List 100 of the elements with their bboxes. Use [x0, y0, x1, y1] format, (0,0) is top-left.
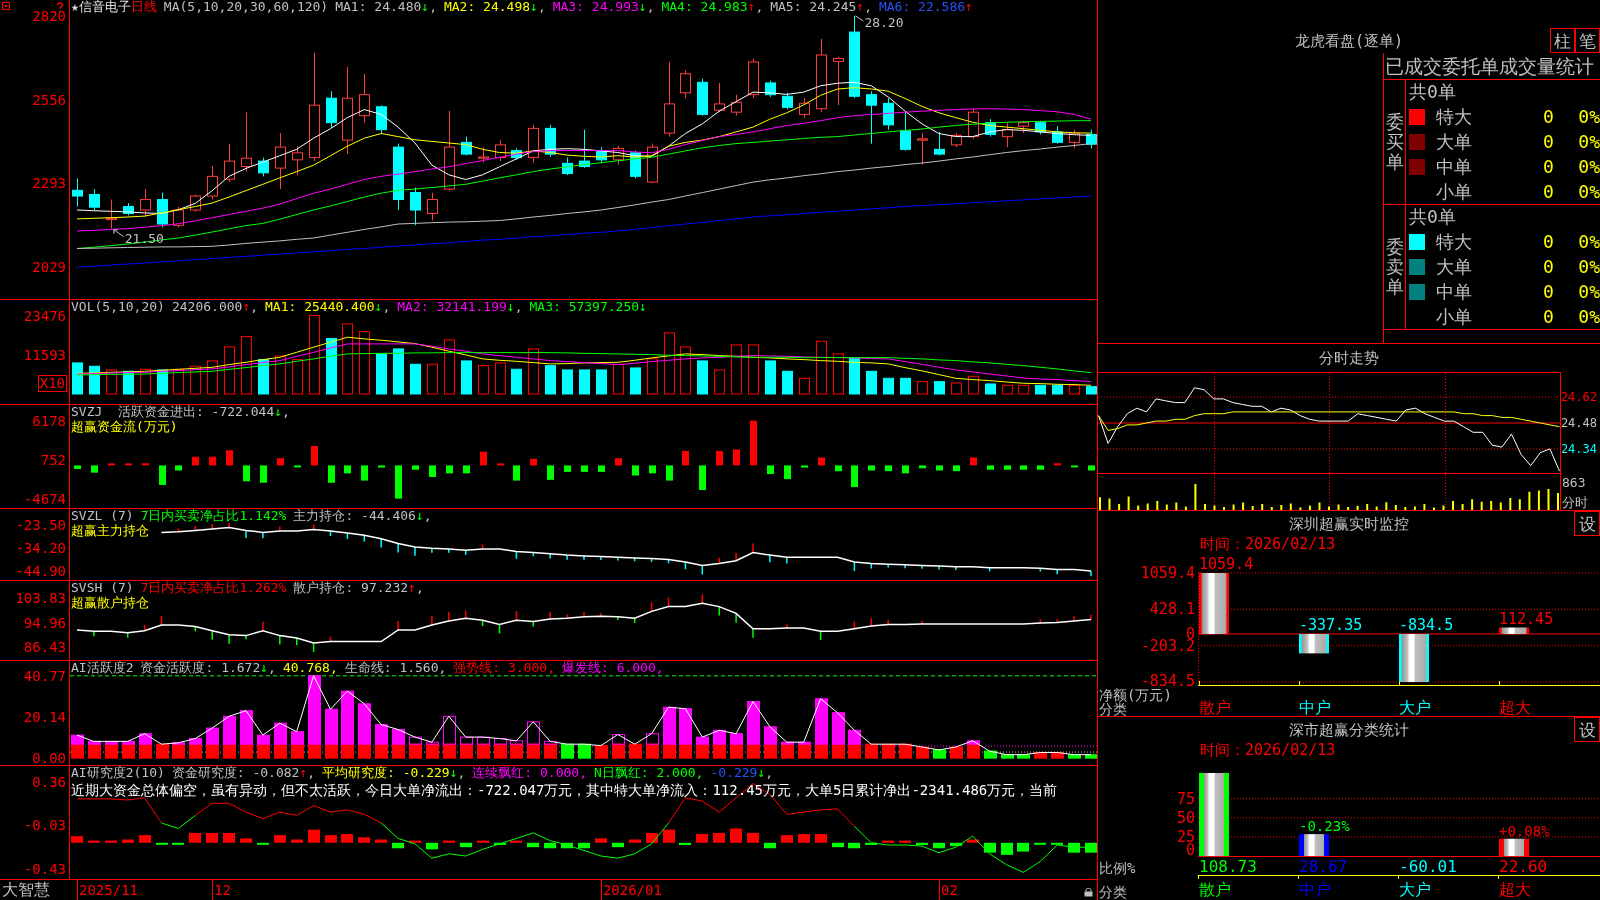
research-bar — [494, 842, 506, 845]
order-share: 0% — [1578, 106, 1600, 127]
fund-flow-bar — [294, 465, 301, 468]
fund-flow-bar — [91, 465, 98, 473]
research-bar — [189, 832, 201, 843]
square-icon[interactable] — [2, 2, 10, 10]
mode-button[interactable]: 柱 — [1550, 28, 1575, 53]
volume-bar — [883, 377, 894, 395]
fund-flow-bar — [851, 465, 858, 488]
candle — [89, 188, 100, 211]
candle — [714, 82, 725, 113]
axis-title: 比例% — [1099, 861, 1136, 875]
change-tick — [464, 549, 467, 556]
fund-flow-bar — [497, 463, 504, 466]
order-count: 0 — [1543, 156, 1554, 177]
bar-segment — [156, 743, 169, 759]
axis-label: 20.14 — [23, 710, 66, 725]
order-size-label: 小单 — [1436, 181, 1472, 202]
axis-label: 428.1 — [1149, 601, 1195, 617]
legend-item: MA6: 22.586↑ — [878, 0, 973, 14]
change-tick — [312, 523, 315, 531]
change-tick — [1039, 567, 1042, 573]
legend-item: 散户持仓: 97.232↑, — [293, 581, 424, 595]
volume-bar — [511, 368, 522, 395]
volume-bar — [613, 363, 624, 395]
fund-flow-bar — [108, 463, 115, 466]
bar-segment — [730, 733, 743, 745]
category-label: 大户 — [1399, 699, 1431, 716]
axis-title: 分类 — [1099, 702, 1127, 716]
axis-label: -23.50 — [15, 517, 66, 532]
candle — [478, 146, 489, 163]
volume-bar — [427, 363, 438, 395]
side-label: 委卖单 — [1385, 237, 1404, 297]
research-bar — [1034, 842, 1046, 845]
change-tick — [380, 537, 382, 549]
research-bar — [798, 834, 810, 843]
volume-bar — [1018, 384, 1029, 395]
legend-item: 7日内买卖净占比1.262% — [140, 581, 287, 595]
research-bar — [696, 834, 708, 843]
change-tick — [752, 628, 754, 639]
axis-title: 分类 — [1099, 885, 1127, 899]
candle — [376, 104, 387, 135]
fund-flow-bar — [649, 465, 656, 474]
change-tick — [329, 530, 332, 537]
volume-bar — [985, 383, 996, 395]
value-label: 28.67 — [1299, 857, 1348, 875]
mode-button[interactable]: 笔 — [1575, 28, 1600, 53]
research-bar — [967, 839, 979, 843]
bar — [1399, 633, 1429, 682]
volume-bar — [190, 365, 201, 395]
research-bar — [274, 835, 286, 843]
candle — [799, 97, 810, 119]
candle — [359, 73, 370, 124]
change-tick — [194, 625, 197, 633]
change-tick — [414, 546, 416, 557]
fund-flow-bar — [835, 465, 842, 472]
change-tick — [718, 605, 720, 617]
volume-bar — [157, 369, 168, 395]
fund-flow-bar — [1004, 465, 1011, 470]
order-size-label: 特大 — [1436, 231, 1472, 252]
legend-item: MA4: 24.983↑, — [661, 0, 764, 14]
axis-label: -44.90 — [15, 564, 66, 579]
candle — [511, 147, 522, 161]
bar-segment — [646, 733, 659, 745]
volume-bar — [207, 360, 218, 395]
candle — [934, 131, 945, 156]
axis-label: 0.00 — [32, 751, 66, 765]
panel-title: 深市超赢分类统计 — [1289, 720, 1409, 739]
value-label: -60.01 — [1399, 857, 1457, 875]
bar-segment — [1034, 752, 1047, 759]
candle — [173, 206, 184, 228]
candle — [157, 192, 168, 228]
change-tick — [448, 611, 450, 622]
order-share: 0% — [1578, 156, 1600, 177]
volume-bar — [664, 332, 675, 395]
help-icon[interactable] — [56, 2, 64, 12]
fund-flow-bar — [547, 465, 554, 480]
order-size-label: 大单 — [1436, 131, 1472, 152]
candle — [123, 202, 134, 216]
change-tick — [938, 565, 940, 571]
change-tick — [515, 610, 518, 621]
fund-flow-bar — [716, 451, 723, 466]
settings-button[interactable]: 设 — [1574, 511, 1600, 536]
axis-label: 23476 — [23, 308, 66, 323]
candle — [545, 124, 556, 158]
volume-bar — [123, 370, 134, 395]
legend-item: 连续飘红: 0.000, — [472, 766, 587, 780]
volume-bar — [849, 358, 860, 395]
research-bar — [122, 839, 134, 843]
date-label: 02 — [938, 880, 958, 900]
fund-flow-bar — [987, 465, 994, 470]
fund-flow-bar — [344, 465, 351, 474]
change-tick — [363, 534, 366, 543]
research-bar — [815, 834, 827, 843]
settings-button[interactable]: 设 — [1574, 717, 1600, 742]
research-bar — [544, 842, 556, 849]
volume-bar — [833, 353, 844, 395]
research-bar — [156, 842, 168, 845]
legend-item: MA1: 25440.400↓, — [265, 300, 391, 314]
lock-icon[interactable] — [1084, 887, 1093, 897]
